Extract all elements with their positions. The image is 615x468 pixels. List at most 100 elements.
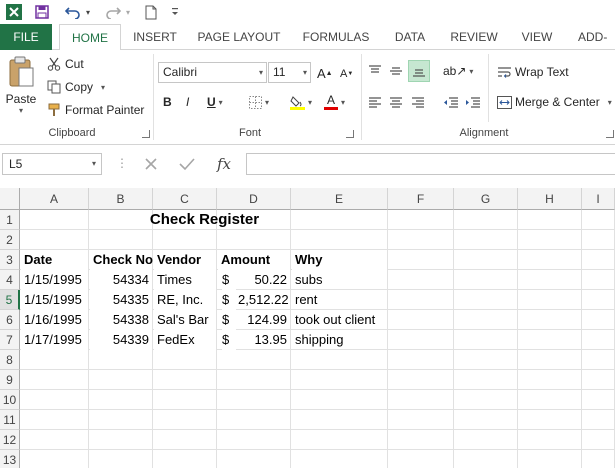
date-cell[interactable]: 1/15/1995 (21, 270, 88, 290)
bottom-align-button[interactable] (408, 60, 430, 82)
bold-button[interactable]: B (163, 93, 177, 111)
column-header-a[interactable]: A (20, 188, 89, 210)
check-number-cell[interactable]: 54335 (90, 290, 152, 310)
fill-color-button[interactable]: ▾ (290, 92, 320, 112)
why-cell[interactable]: shipping (292, 330, 387, 350)
new-document-icon[interactable] (142, 2, 160, 22)
undo-dropdown-icon[interactable]: ▾ (83, 2, 93, 22)
column-header-i[interactable]: I (582, 188, 615, 210)
header-cell[interactable]: Vendor (154, 250, 216, 270)
increase-font-size-button[interactable]: A ▲ (317, 63, 333, 83)
orientation-button[interactable]: ab↗ ▾ (443, 62, 473, 80)
header-cell[interactable]: Why (292, 250, 387, 270)
middle-align-button[interactable] (389, 62, 405, 80)
sheet-title[interactable]: Check Register (20, 210, 389, 230)
why-cell[interactable]: took out client (292, 310, 387, 330)
date-cell[interactable]: 1/15/1995 (21, 290, 88, 310)
column-header-d[interactable]: D (217, 188, 291, 210)
paste-button[interactable]: Paste ▾ (4, 56, 38, 122)
decrease-font-size-button[interactable]: A ▼ (340, 64, 354, 84)
worksheet-grid[interactable]: A B C D E F G H I 1 2 3 4 5 6 7 8 9 10 11 12 13 Check Register… (0, 188, 615, 468)
italic-button[interactable]: I (186, 93, 200, 111)
customize-toolbar-icon[interactable] (168, 2, 182, 22)
vendor-cell[interactable]: Sal's Bar (154, 310, 216, 330)
tab-file[interactable]: FILE (0, 24, 52, 50)
font-color-button[interactable]: A ▾ (324, 92, 352, 112)
row-header-1[interactable]: 1 (0, 210, 20, 230)
column-header-g[interactable]: G (454, 188, 518, 210)
borders-button[interactable]: ▾ (249, 93, 279, 111)
confirm-entry-icon[interactable] (176, 154, 198, 174)
font-launcher-icon[interactable] (346, 130, 354, 138)
alignment-launcher-icon[interactable] (606, 130, 614, 138)
align-center-button[interactable] (389, 94, 405, 112)
vendor-cell[interactable]: RE, Inc. (154, 290, 216, 310)
tab-formulas[interactable]: FORMULAS (297, 24, 375, 50)
decrease-indent-button[interactable] (443, 94, 461, 112)
tab-review[interactable]: REVIEW (444, 24, 504, 50)
redo-icon[interactable] (102, 2, 124, 22)
why-cell[interactable]: rent (292, 290, 387, 310)
insert-function-icon[interactable]: fx (212, 154, 236, 174)
tab-view[interactable]: VIEW (513, 24, 561, 50)
increase-indent-button[interactable] (465, 94, 483, 112)
format-painter-button[interactable]: Format Painter (45, 100, 144, 120)
row-header-8[interactable]: 8 (0, 350, 20, 370)
row-header-3[interactable]: 3 (0, 250, 20, 270)
tab-add-ins[interactable]: ADD-IN (570, 24, 615, 70)
paste-dropdown-icon[interactable]: ▾ (19, 106, 23, 115)
formula-input[interactable] (246, 153, 615, 175)
check-number-cell[interactable]: 54339 (90, 330, 152, 350)
copy-dropdown-icon[interactable]: ▾ (101, 83, 105, 92)
row-header-4[interactable]: 4 (0, 270, 20, 290)
amount-cell[interactable]: 50.22 (235, 270, 290, 290)
align-right-button[interactable] (411, 94, 427, 112)
row-header-13[interactable]: 13 (0, 450, 20, 468)
row-header-9[interactable]: 9 (0, 370, 20, 390)
date-cell[interactable]: 1/16/1995 (21, 310, 88, 330)
currency-symbol-cell[interactable]: $ (222, 290, 236, 310)
row-header-7[interactable]: 7 (0, 330, 20, 350)
row-header-6[interactable]: 6 (0, 310, 20, 330)
header-cell[interactable]: Amount (218, 250, 290, 270)
row-header-5[interactable]: 5 (0, 290, 20, 310)
font-name-select[interactable]: Calibri ▾ (158, 62, 267, 83)
cut-button[interactable]: Cut (45, 54, 84, 74)
merge-center-button[interactable]: Merge & Center ▾ (495, 92, 612, 112)
save-icon[interactable] (32, 2, 52, 22)
vendor-cell[interactable]: FedEx (154, 330, 216, 350)
amount-cell[interactable]: 13.95 (235, 330, 290, 350)
undo-icon[interactable] (62, 2, 84, 22)
merge-center-dropdown-icon[interactable]: ▾ (608, 98, 612, 107)
row-header-2[interactable]: 2 (0, 230, 20, 250)
currency-symbol-cell[interactable]: $ (222, 270, 236, 290)
wrap-text-button[interactable]: Wrap Text (495, 62, 569, 82)
tab-insert[interactable]: INSERT (126, 24, 184, 50)
amount-cell[interactable]: 2,512.22 (235, 290, 290, 310)
column-header-h[interactable]: H (518, 188, 582, 210)
underline-button[interactable]: U ▾ (207, 93, 235, 111)
check-number-cell[interactable]: 54334 (90, 270, 152, 290)
tab-page-layout[interactable]: PAGE LAYOUT (193, 24, 285, 50)
font-size-select[interactable]: 11 ▾ (268, 62, 311, 83)
header-cell[interactable]: Date (21, 250, 88, 270)
check-number-cell[interactable]: 54338 (90, 310, 152, 330)
column-header-f[interactable]: F (388, 188, 454, 210)
currency-symbol-cell[interactable]: $ (222, 330, 236, 350)
column-header-b[interactable]: B (89, 188, 153, 210)
column-header-c[interactable]: C (153, 188, 217, 210)
date-cell[interactable]: 1/17/1995 (21, 330, 88, 350)
redo-dropdown-icon[interactable]: ▾ (123, 2, 133, 22)
header-cell[interactable]: Check No (90, 250, 153, 270)
select-all-corner[interactable] (0, 188, 20, 210)
tab-data[interactable]: DATA (386, 24, 434, 50)
copy-button[interactable]: Copy ▾ (45, 77, 105, 97)
top-align-button[interactable] (368, 62, 384, 80)
currency-symbol-cell[interactable]: $ (222, 310, 236, 330)
cancel-entry-icon[interactable] (140, 154, 162, 174)
align-left-button[interactable] (368, 94, 384, 112)
row-header-11[interactable]: 11 (0, 410, 20, 430)
amount-cell[interactable]: 124.99 (235, 310, 290, 330)
column-header-e[interactable]: E (291, 188, 388, 210)
tab-home[interactable]: HOME (59, 24, 121, 51)
